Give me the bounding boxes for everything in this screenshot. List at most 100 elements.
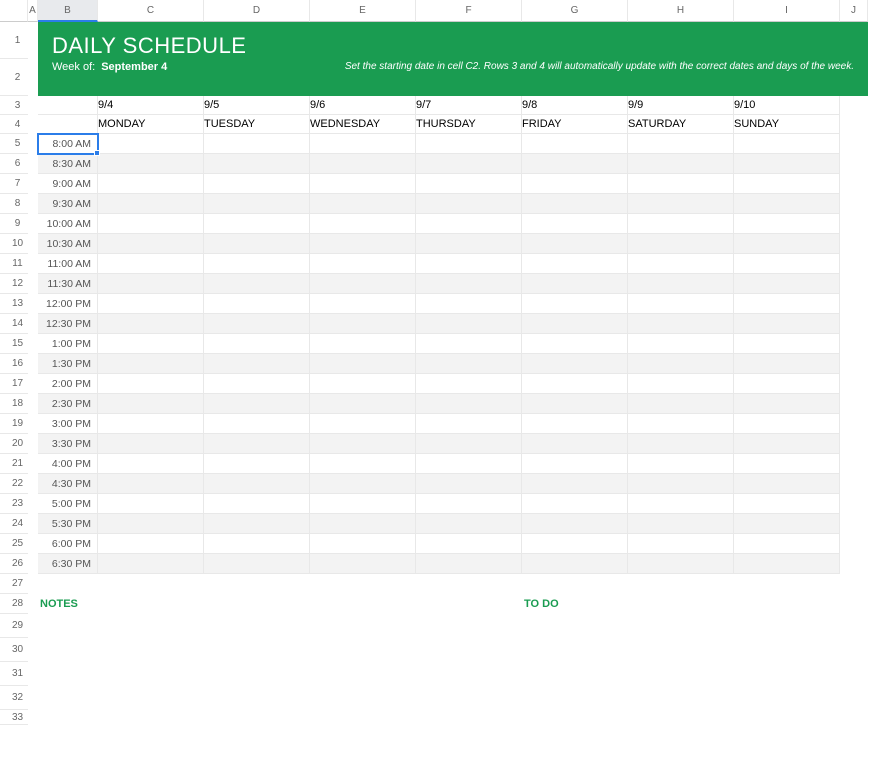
cell-A18[interactable]	[28, 394, 38, 414]
cell-J16[interactable]	[840, 354, 868, 374]
schedule-cell-r12-c5[interactable]	[628, 274, 734, 294]
schedule-cell-r18-c5[interactable]	[628, 394, 734, 414]
time-label-5[interactable]: 8:00 AM	[38, 134, 98, 154]
schedule-cell-r15-c6[interactable]	[734, 334, 840, 354]
schedule-cell-r18-c1[interactable]	[204, 394, 310, 414]
time-label-22[interactable]: 4:30 PM	[38, 474, 98, 494]
cell-A31[interactable]	[28, 662, 38, 686]
schedule-cell-r15-c0[interactable]	[98, 334, 204, 354]
schedule-cell-r14-c1[interactable]	[204, 314, 310, 334]
col-header-F[interactable]: F	[416, 0, 522, 22]
schedule-cell-r5-c1[interactable]	[204, 134, 310, 154]
schedule-cell-r9-c6[interactable]	[734, 214, 840, 234]
schedule-cell-r19-c1[interactable]	[204, 414, 310, 434]
schedule-cell-r16-c5[interactable]	[628, 354, 734, 374]
cell-blank27-6[interactable]	[628, 574, 734, 594]
schedule-cell-r22-c4[interactable]	[522, 474, 628, 494]
cell-J19[interactable]	[840, 414, 868, 434]
schedule-cell-r12-c4[interactable]	[522, 274, 628, 294]
cell-blank27-7[interactable]	[734, 574, 840, 594]
cell-A23[interactable]	[28, 494, 38, 514]
cell-J10[interactable]	[840, 234, 868, 254]
cell-F28[interactable]	[416, 594, 522, 614]
cell-A24[interactable]	[28, 514, 38, 534]
cell-J27[interactable]	[840, 574, 868, 594]
cell-A25[interactable]	[28, 534, 38, 554]
cell-blank27-0[interactable]	[38, 574, 98, 594]
cell-J22[interactable]	[840, 474, 868, 494]
schedule-cell-r24-c6[interactable]	[734, 514, 840, 534]
schedule-cell-r9-c5[interactable]	[628, 214, 734, 234]
cell-blank33-1[interactable]	[98, 710, 204, 725]
schedule-cell-r23-c1[interactable]	[204, 494, 310, 514]
schedule-cell-r8-c3[interactable]	[416, 194, 522, 214]
cell-J28[interactable]	[840, 594, 868, 614]
cell-J24[interactable]	[840, 514, 868, 534]
schedule-cell-r24-c1[interactable]	[204, 514, 310, 534]
cell-blank33-2[interactable]	[204, 710, 310, 725]
week-of-value[interactable]: September 4	[101, 61, 167, 73]
time-label-26[interactable]: 6:30 PM	[38, 554, 98, 574]
cell-J5[interactable]	[840, 134, 868, 154]
schedule-cell-r5-c5[interactable]	[628, 134, 734, 154]
schedule-cell-r23-c5[interactable]	[628, 494, 734, 514]
cell-A14[interactable]	[28, 314, 38, 334]
schedule-cell-r6-c6[interactable]	[734, 154, 840, 174]
gap-29[interactable]	[416, 614, 522, 638]
schedule-cell-r10-c6[interactable]	[734, 234, 840, 254]
schedule-cell-r14-c0[interactable]	[98, 314, 204, 334]
schedule-cell-r19-c5[interactable]	[628, 414, 734, 434]
date-header-1[interactable]: 9/5	[204, 96, 310, 115]
cell-A2[interactable]	[28, 59, 38, 96]
select-all-corner[interactable]	[0, 0, 28, 22]
date-header-6[interactable]: 9/10	[734, 96, 840, 115]
cell-A32[interactable]	[28, 686, 38, 710]
cell-J21[interactable]	[840, 454, 868, 474]
schedule-cell-r14-c3[interactable]	[416, 314, 522, 334]
schedule-cell-r5-c2[interactable]	[310, 134, 416, 154]
schedule-cell-r19-c6[interactable]	[734, 414, 840, 434]
cell-A16[interactable]	[28, 354, 38, 374]
schedule-cell-r11-c1[interactable]	[204, 254, 310, 274]
schedule-cell-r21-c1[interactable]	[204, 454, 310, 474]
date-header-5[interactable]: 9/9	[628, 96, 734, 115]
schedule-cell-r8-c2[interactable]	[310, 194, 416, 214]
schedule-cell-r24-c0[interactable]	[98, 514, 204, 534]
schedule-cell-r15-c4[interactable]	[522, 334, 628, 354]
schedule-cell-r7-c3[interactable]	[416, 174, 522, 194]
schedule-cell-r18-c3[interactable]	[416, 394, 522, 414]
schedule-cell-r15-c3[interactable]	[416, 334, 522, 354]
time-label-7[interactable]: 9:00 AM	[38, 174, 98, 194]
schedule-cell-r17-c2[interactable]	[310, 374, 416, 394]
schedule-cell-r22-c5[interactable]	[628, 474, 734, 494]
schedule-cell-r6-c0[interactable]	[98, 154, 204, 174]
gap-30[interactable]	[416, 638, 522, 662]
schedule-cell-r13-c3[interactable]	[416, 294, 522, 314]
cell-blank27-3[interactable]	[310, 574, 416, 594]
day-header-0[interactable]: MONDAY	[98, 115, 204, 134]
schedule-cell-r23-c6[interactable]	[734, 494, 840, 514]
selection-handle[interactable]	[94, 150, 100, 156]
schedule-cell-r13-c4[interactable]	[522, 294, 628, 314]
spreadsheet-grid[interactable]: ABCDEFGHIJ1DAILY SCHEDULE2Week of:Septem…	[0, 0, 868, 725]
schedule-cell-r7-c4[interactable]	[522, 174, 628, 194]
schedule-cell-r7-c1[interactable]	[204, 174, 310, 194]
schedule-cell-r26-c3[interactable]	[416, 554, 522, 574]
col-header-H[interactable]: H	[628, 0, 734, 22]
time-label-9[interactable]: 10:00 AM	[38, 214, 98, 234]
notes-label[interactable]: NOTES	[38, 594, 416, 614]
cell-blank33-4[interactable]	[416, 710, 522, 725]
schedule-cell-r25-c0[interactable]	[98, 534, 204, 554]
time-label-12[interactable]: 11:30 AM	[38, 274, 98, 294]
cell-J30[interactable]	[840, 638, 868, 662]
schedule-cell-r25-c5[interactable]	[628, 534, 734, 554]
schedule-cell-r12-c6[interactable]	[734, 274, 840, 294]
schedule-cell-r21-c2[interactable]	[310, 454, 416, 474]
schedule-cell-r20-c0[interactable]	[98, 434, 204, 454]
time-label-17[interactable]: 2:00 PM	[38, 374, 98, 394]
cell-A3[interactable]	[28, 96, 38, 115]
cell-J32[interactable]	[840, 686, 868, 710]
schedule-cell-r26-c1[interactable]	[204, 554, 310, 574]
schedule-cell-r23-c2[interactable]	[310, 494, 416, 514]
schedule-cell-r18-c0[interactable]	[98, 394, 204, 414]
